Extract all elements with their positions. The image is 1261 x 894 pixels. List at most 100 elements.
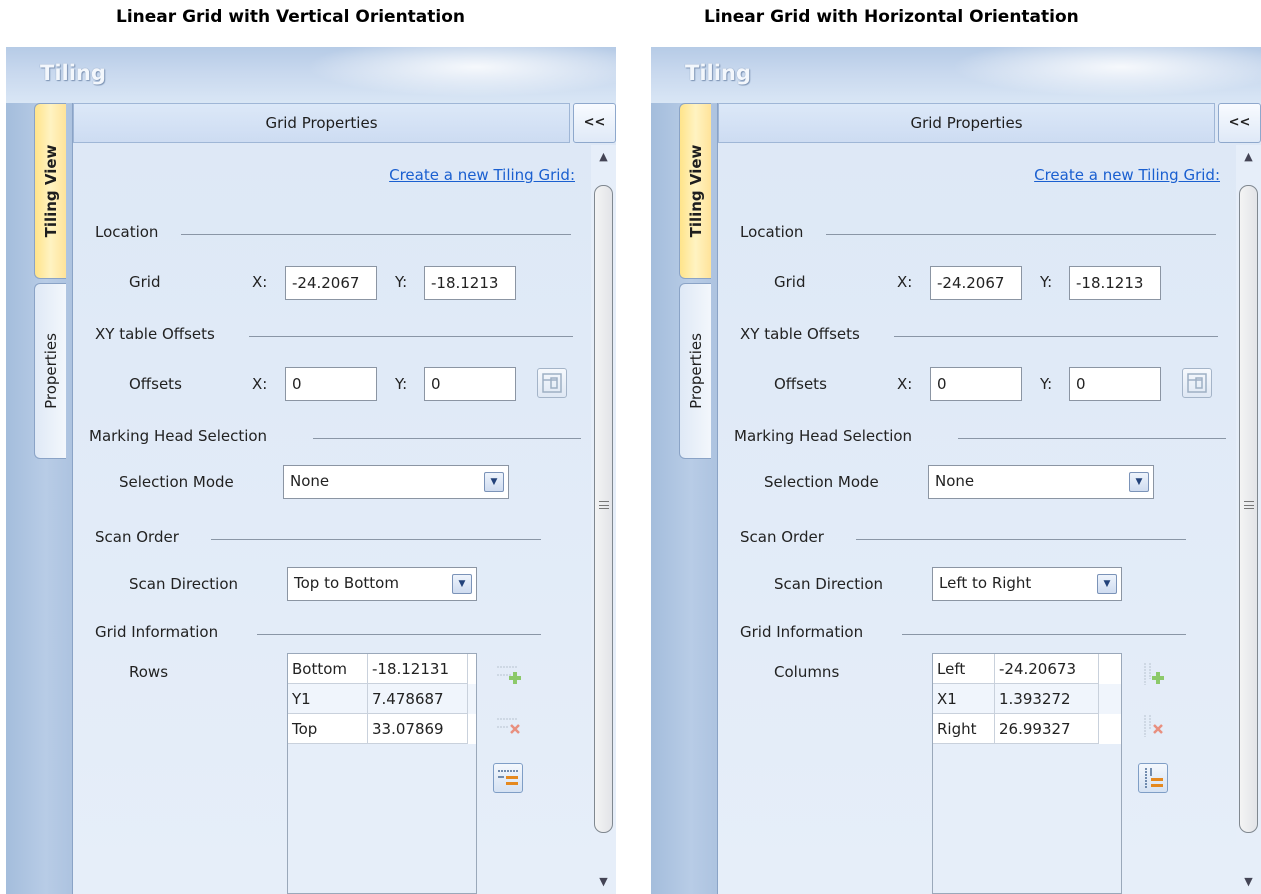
right-caption: Linear Grid with Horizontal Orientation [704, 7, 1079, 27]
grid-x-input[interactable]: -24.2067 [285, 266, 377, 300]
scan-order-section-title: Scan Order [740, 528, 824, 546]
table-row[interactable]: Right 26.99327 [933, 714, 1121, 744]
vertical-scrollbar[interactable]: ▲ ▼ [1236, 145, 1261, 894]
offsets-x-input[interactable]: 0 [930, 367, 1022, 401]
distribute-rows-icon [498, 770, 518, 785]
app-title: Tiling [685, 61, 751, 85]
grid-info-divider [257, 634, 541, 635]
grid-y-input[interactable]: -18.1213 [1069, 266, 1161, 300]
scroll-down-icon[interactable]: ▼ [1236, 870, 1261, 894]
offsets-section-title: XY table Offsets [95, 325, 215, 343]
tiling-panel-horizontal: Tiling Tiling View Properties Grid Prope… [651, 47, 1261, 894]
scroll-thumb[interactable] [594, 185, 613, 833]
row-name-cell[interactable]: Bottom [288, 654, 368, 684]
grid-x-input[interactable]: -24.2067 [930, 266, 1022, 300]
tab-properties[interactable]: Properties [679, 283, 711, 459]
offsets-section-title: XY table Offsets [740, 325, 860, 343]
grid-properties-content: Grid Properties << ▲ ▼ Create a new Tili… [73, 103, 616, 894]
grid-info-section-title: Grid Information [95, 623, 219, 641]
remove-row-button[interactable] [493, 711, 523, 741]
add-column-button[interactable] [1138, 659, 1168, 689]
create-grid-link[interactable]: Create a new Tiling Grid: [389, 166, 575, 184]
remove-row-icon [497, 718, 520, 734]
selection-mode-dropdown[interactable]: None ▼ [283, 465, 509, 499]
offsets-x-input[interactable]: 0 [285, 367, 377, 401]
table-row[interactable]: Bottom -18.12131 [288, 654, 476, 684]
selection-mode-label: Selection Mode [764, 473, 879, 491]
table-row[interactable]: Y1 7.478687 [288, 684, 476, 714]
grid-x-label: X: [897, 273, 913, 291]
location-section-title: Location [740, 223, 804, 241]
app-title: Tiling [40, 61, 106, 85]
window-icon [542, 373, 562, 393]
scan-order-divider [211, 539, 541, 540]
chevron-down-icon[interactable]: ▼ [484, 472, 504, 492]
row-value-cell[interactable]: -18.12131 [368, 654, 468, 684]
rows-table[interactable]: Bottom -18.12131 Y1 7.478687 Top 33.0786… [287, 653, 477, 894]
location-divider [826, 234, 1216, 235]
tab-tiling-view[interactable]: Tiling View [34, 103, 66, 279]
scroll-down-icon[interactable]: ▼ [591, 870, 616, 894]
apply-offsets-button[interactable] [537, 368, 567, 398]
scroll-up-icon[interactable]: ▲ [591, 145, 616, 169]
grip-icon [599, 501, 609, 509]
grid-y-input[interactable]: -18.1213 [424, 266, 516, 300]
distribute-columns-icon [1145, 768, 1163, 788]
offsets-divider [894, 336, 1218, 337]
collapse-button[interactable]: << [1218, 103, 1261, 143]
row-name-cell[interactable]: Y1 [288, 684, 368, 714]
table-row[interactable]: Left -24.20673 [933, 654, 1121, 684]
marking-head-section-title: Marking Head Selection [734, 427, 913, 445]
table-row[interactable]: Top 33.07869 [288, 714, 476, 744]
offsets-label: Offsets [774, 375, 827, 393]
column-name-cell[interactable]: Left [933, 654, 995, 684]
chevron-down-icon[interactable]: ▼ [1097, 574, 1117, 594]
selection-mode-dropdown[interactable]: None ▼ [928, 465, 1154, 499]
table-row[interactable]: X1 1.393272 [933, 684, 1121, 714]
scroll-up-icon[interactable]: ▲ [1236, 145, 1261, 169]
column-value-cell[interactable]: 1.393272 [995, 684, 1099, 714]
add-row-icon [497, 666, 521, 684]
distribute-rows-button[interactable] [493, 763, 523, 793]
column-name-cell[interactable]: Right [933, 714, 995, 744]
remove-column-button[interactable] [1138, 711, 1168, 741]
tiling-header: Tiling [6, 47, 616, 103]
add-column-icon [1144, 663, 1164, 685]
location-divider [181, 234, 571, 235]
add-row-button[interactable] [493, 659, 523, 689]
tab-tiling-view[interactable]: Tiling View [679, 103, 711, 279]
scan-order-divider [856, 539, 1186, 540]
offsets-y-input[interactable]: 0 [424, 367, 516, 401]
column-value-cell[interactable]: 26.99327 [995, 714, 1099, 744]
distribute-columns-button[interactable] [1138, 763, 1168, 793]
grid-properties-header: Grid Properties [718, 103, 1215, 143]
offsets-y-input[interactable]: 0 [1069, 367, 1161, 401]
tab-properties-label: Properties [686, 333, 705, 409]
offsets-y-label: Y: [395, 375, 408, 393]
offsets-label: Offsets [129, 375, 182, 393]
scan-direction-label: Scan Direction [129, 575, 238, 593]
scan-direction-dropdown[interactable]: Left to Right ▼ [932, 567, 1122, 601]
grid-properties-content: Grid Properties << ▲ ▼ Create a new Tili… [718, 103, 1261, 894]
vertical-scrollbar[interactable]: ▲ ▼ [591, 145, 616, 894]
tiling-panel-vertical: Tiling Tiling View Properties Grid Prope… [6, 47, 616, 894]
column-name-cell[interactable]: X1 [933, 684, 995, 714]
chevron-down-icon[interactable]: ▼ [452, 574, 472, 594]
tab-tiling-view-label: Tiling View [686, 144, 705, 238]
offsets-x-label: X: [897, 375, 913, 393]
row-value-cell[interactable]: 7.478687 [368, 684, 468, 714]
column-value-cell[interactable]: -24.20673 [995, 654, 1099, 684]
scan-direction-dropdown[interactable]: Top to Bottom ▼ [287, 567, 477, 601]
collapse-button[interactable]: << [573, 103, 616, 143]
columns-table[interactable]: Left -24.20673 X1 1.393272 Right 26.9932… [932, 653, 1122, 894]
row-value-cell[interactable]: 33.07869 [368, 714, 468, 744]
row-name-cell[interactable]: Top [288, 714, 368, 744]
create-grid-link[interactable]: Create a new Tiling Grid: [1034, 166, 1220, 184]
chevron-down-icon[interactable]: ▼ [1129, 472, 1149, 492]
tab-properties[interactable]: Properties [34, 283, 66, 459]
remove-column-icon [1144, 715, 1163, 737]
tiling-header: Tiling [651, 47, 1261, 103]
scroll-thumb[interactable] [1239, 185, 1258, 833]
apply-offsets-button[interactable] [1182, 368, 1212, 398]
marking-head-divider [313, 438, 581, 439]
